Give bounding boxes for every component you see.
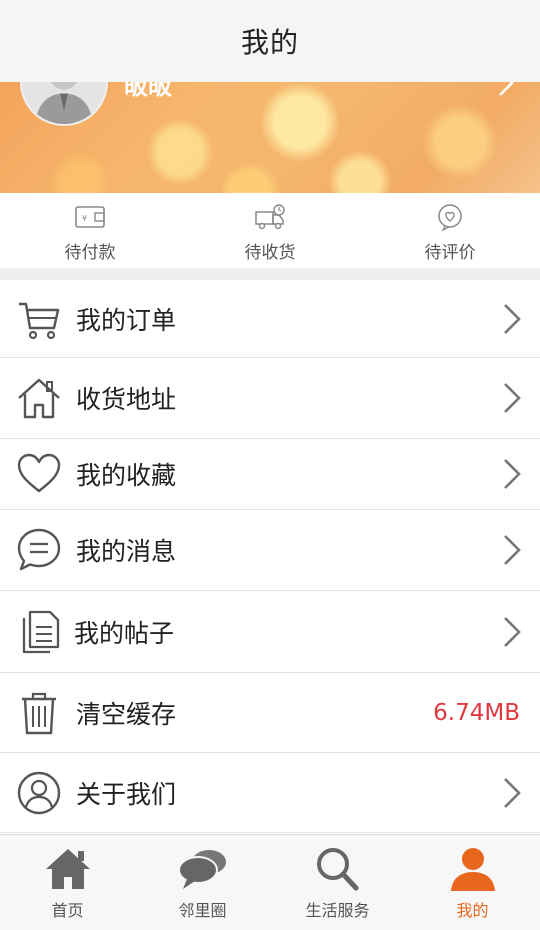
delivery-truck-icon: [255, 204, 285, 230]
menu-item-label: 我的订单: [76, 305, 177, 335]
search-icon: [316, 848, 358, 891]
menu-item-label: 我的收藏: [76, 461, 177, 490]
tab-home-label: 首页: [51, 901, 84, 920]
trash-icon: [16, 690, 62, 736]
menu-item-label: 我的消息: [76, 537, 177, 566]
menu-item-clear-cache[interactable]: 清空缓存 6.74MB: [0, 673, 540, 753]
message-bubble-icon: [16, 527, 62, 573]
tab-mine[interactable]: 我的: [405, 835, 540, 930]
chevron-right-icon: [504, 459, 521, 489]
cache-size-value: 6.74MB: [433, 699, 520, 726]
chevron-right-icon: [504, 383, 521, 413]
home-tab-icon: [45, 849, 90, 889]
tab-mine-label: 我的: [456, 901, 489, 920]
order-pending-payment-label: 待付款: [64, 243, 116, 263]
tab-life-services[interactable]: 生活服务: [270, 835, 405, 930]
chevron-right-icon: [504, 777, 521, 808]
chevron-right-icon: [504, 535, 521, 565]
bottom-tab-bar: 首页 邻里圈 生活服务 我的: [0, 834, 540, 930]
menu-item-favorites[interactable]: 我的收藏: [0, 439, 540, 510]
person-icon: [450, 848, 495, 891]
heart-icon: [16, 451, 62, 497]
order-pending-receipt[interactable]: 待收货: [180, 193, 360, 268]
avatar[interactable]: [20, 82, 108, 126]
chat-bubbles-icon: [177, 850, 226, 889]
menu-item-label: 关于我们: [76, 779, 177, 809]
tab-neighborhood[interactable]: 邻里圈: [135, 835, 270, 930]
user-circle-icon: [16, 770, 62, 816]
page-title: 我的: [240, 26, 299, 59]
order-pending-payment[interactable]: ¥ 待付款: [0, 193, 180, 268]
profile-banner[interactable]: 皈皈: [0, 82, 540, 193]
menu-item-my-orders[interactable]: 我的订单: [0, 280, 540, 358]
menu-item-shipping-address[interactable]: 收货地址: [0, 358, 540, 439]
tab-life-services-label: 生活服务: [305, 901, 370, 920]
username: 皈皈: [124, 82, 172, 100]
menu-item-label: 清空缓存: [76, 699, 177, 729]
menu-item-messages[interactable]: 我的消息: [0, 510, 540, 591]
document-icon: [16, 609, 62, 655]
menu-item-label: 我的帖子: [74, 618, 175, 648]
title-bar: 我的: [0, 0, 540, 82]
chevron-right-icon: [504, 303, 521, 334]
wallet-icon: ¥: [75, 206, 105, 228]
menu-item-about-us[interactable]: 关于我们: [0, 753, 540, 833]
chevron-right-icon: [504, 616, 521, 647]
tab-neighborhood-label: 邻里圈: [178, 901, 227, 920]
menu-list: 我的订单 收货地址 我的收藏 我的消息 我的帖子 清空缓存 6.74MB 关于我…: [0, 280, 540, 833]
order-pending-review-label: 待评价: [424, 243, 476, 263]
home-icon: [16, 375, 62, 421]
section-divider: [0, 268, 540, 280]
menu-item-label: 收货地址: [76, 385, 177, 414]
svg-text:¥: ¥: [82, 214, 87, 223]
order-status-bar: ¥ 待付款 待收货 待评价: [0, 193, 540, 268]
default-avatar-icon: [22, 82, 106, 124]
chevron-right-icon: [499, 82, 514, 96]
order-pending-receipt-label: 待收货: [244, 243, 296, 263]
cart-icon: [16, 296, 62, 342]
menu-item-my-posts[interactable]: 我的帖子: [0, 591, 540, 673]
order-pending-review[interactable]: 待评价: [360, 193, 540, 268]
tab-home[interactable]: 首页: [0, 835, 135, 930]
review-heart-bubble-icon: [438, 204, 462, 232]
